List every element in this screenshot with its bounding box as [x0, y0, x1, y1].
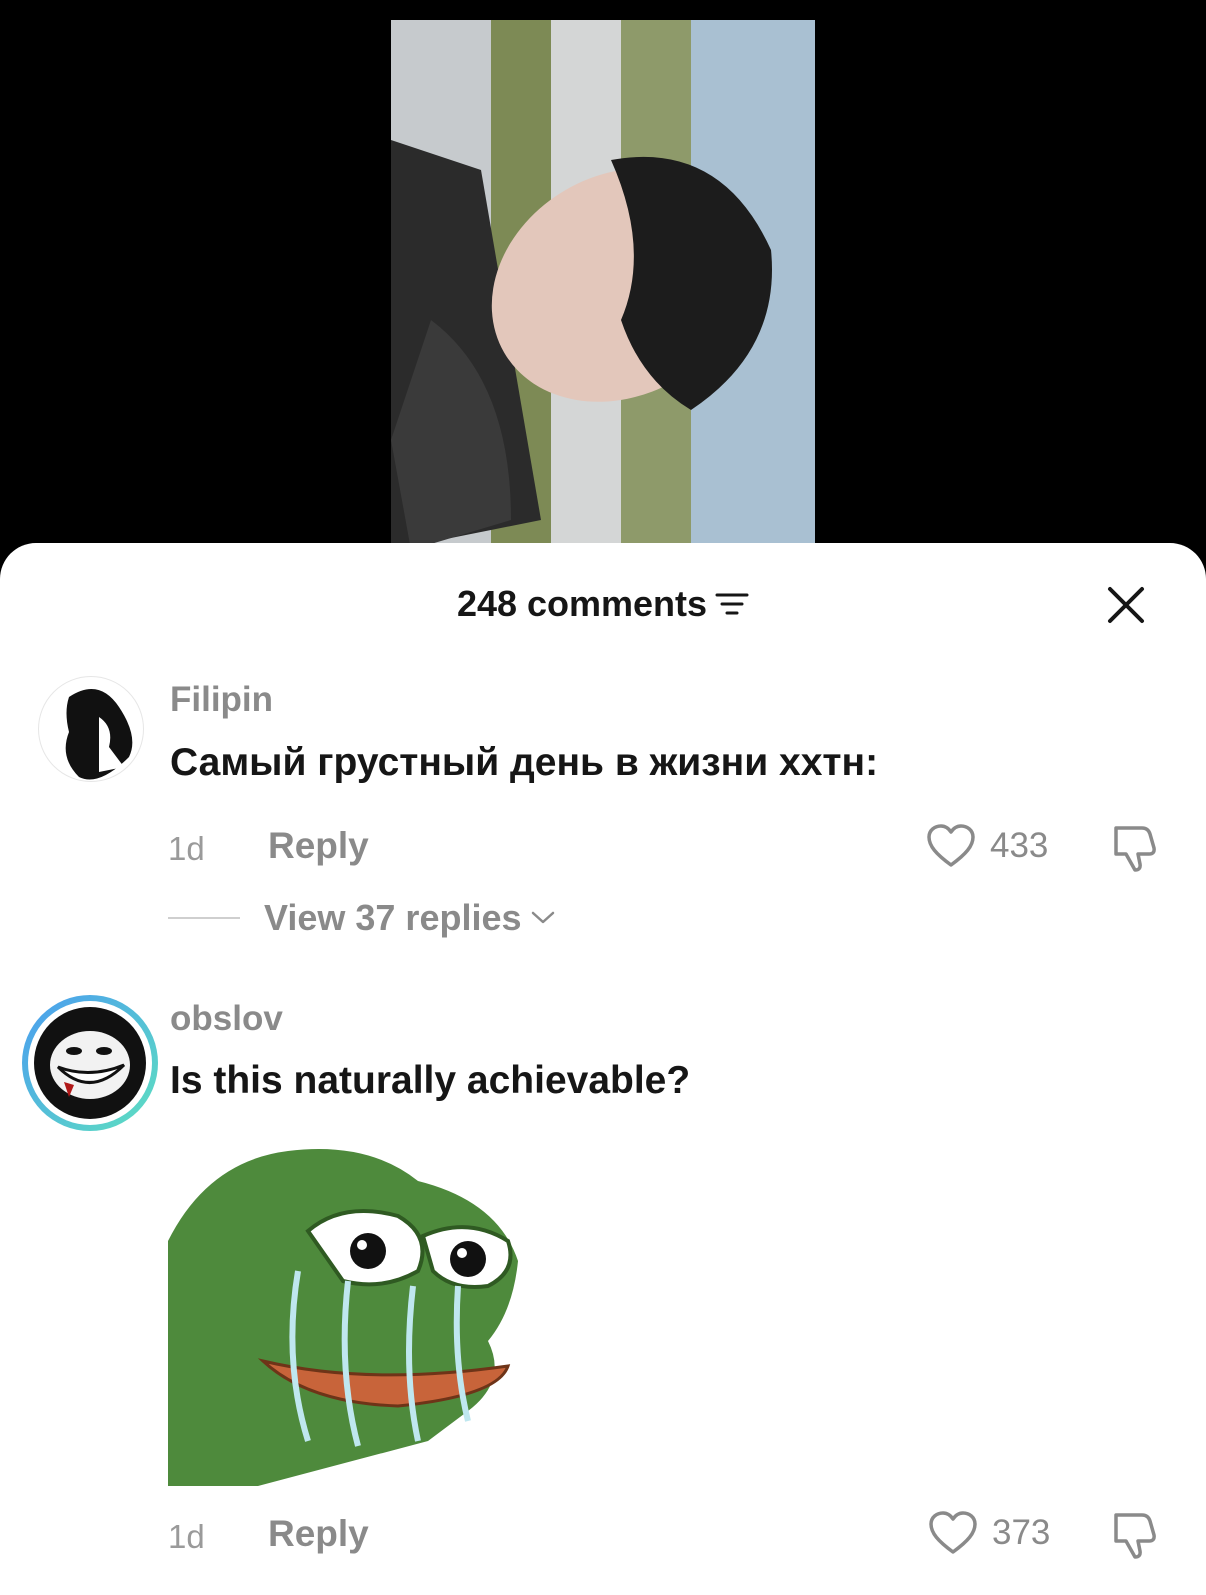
- avatar-image: [34, 1007, 146, 1119]
- avatar[interactable]: [22, 995, 158, 1131]
- video-image: [391, 20, 815, 550]
- comment-count-sort[interactable]: 248 comments: [457, 583, 749, 625]
- crying-frog-sticker: [168, 1149, 518, 1486]
- reply-button[interactable]: Reply: [268, 825, 369, 867]
- view-replies-button[interactable]: View 37 replies: [168, 897, 556, 939]
- close-icon[interactable]: [1106, 585, 1146, 625]
- like-count: 373: [992, 1513, 1051, 1552]
- like-button[interactable]: 433: [926, 823, 1048, 869]
- video-thumbnail[interactable]: [391, 20, 815, 550]
- comment-username[interactable]: obslov: [170, 999, 283, 1039]
- dislike-icon[interactable]: [1108, 822, 1160, 874]
- comments-sheet: 248 comments Filipin Самый грустный день…: [0, 543, 1206, 1595]
- comment-text: Is this naturally achievable?: [170, 1059, 691, 1102]
- avatar[interactable]: [38, 676, 144, 782]
- like-count: 433: [990, 826, 1049, 865]
- comment-username[interactable]: Filipin: [170, 680, 273, 720]
- avatar-image: [65, 689, 133, 780]
- replies-divider: [168, 917, 240, 919]
- like-button[interactable]: 373: [928, 1510, 1050, 1556]
- reply-button[interactable]: Reply: [268, 1513, 369, 1555]
- dislike-icon[interactable]: [1108, 1509, 1160, 1561]
- sticker-image[interactable]: [168, 1141, 530, 1486]
- comment-count: 248 comments: [456, 583, 708, 624]
- comment-time: 1d: [168, 1518, 205, 1555]
- comment-time: 1d: [168, 830, 205, 867]
- video-player[interactable]: [0, 0, 1206, 560]
- heart-icon: [929, 1511, 977, 1554]
- filter-icon[interactable]: [715, 590, 749, 618]
- view-replies-label: View 37 replies: [264, 897, 522, 938]
- chevron-down-icon: [531, 911, 554, 924]
- comments-header: 248 comments: [0, 583, 1206, 627]
- comment-text: Самый грустный день в жизни xxтн:: [170, 741, 879, 784]
- heart-icon: [927, 824, 975, 867]
